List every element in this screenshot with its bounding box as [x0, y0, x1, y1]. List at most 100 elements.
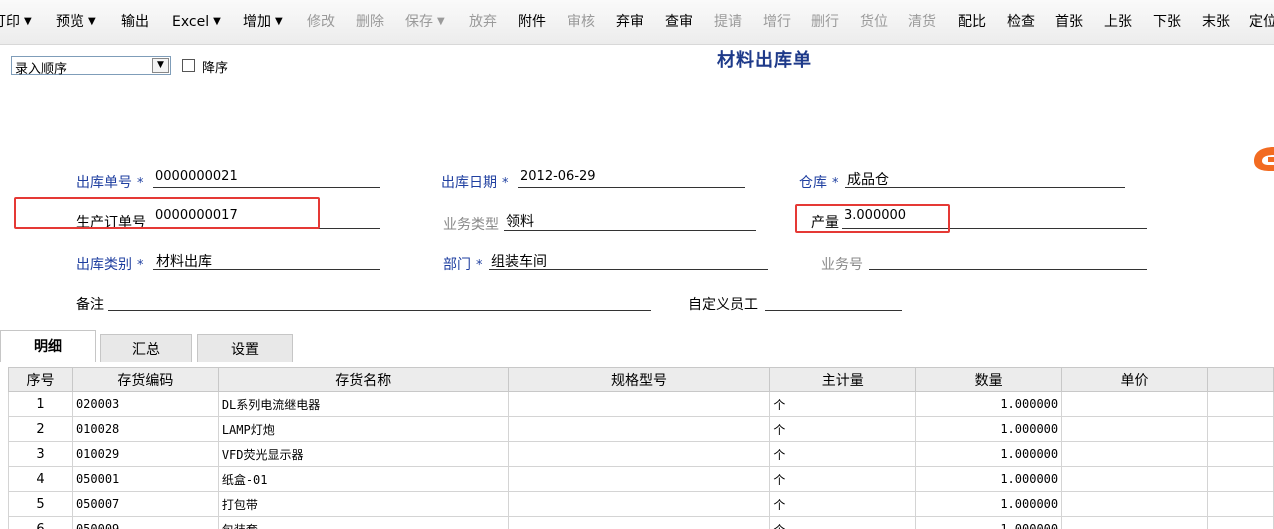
excel-button[interactable]: Excel ▼	[172, 11, 221, 33]
row-code[interactable]: 010029	[71, 441, 219, 467]
column-header-spec[interactable]: 规格型号	[507, 367, 771, 392]
row-name[interactable]: DL系列电流继电器	[217, 391, 509, 417]
row-code[interactable]: 050007	[71, 491, 219, 517]
tab-detail[interactable]: 明细	[0, 330, 96, 362]
save-button[interactable]: 保存 ▼	[405, 11, 445, 33]
last-record-button[interactable]: 末张	[1202, 11, 1230, 33]
attachment-button[interactable]: 附件	[518, 11, 546, 33]
next-record-button[interactable]: 下张	[1153, 11, 1181, 33]
row-price[interactable]	[1061, 416, 1208, 442]
column-header-code[interactable]: 存货编码	[71, 367, 219, 392]
location-button[interactable]: 货位	[860, 11, 888, 33]
warehouse-field[interactable]: 成品仓	[847, 169, 889, 189]
row-unit[interactable]: 个	[769, 416, 917, 442]
row-spec[interactable]	[507, 416, 771, 442]
first-record-button[interactable]: 首张	[1055, 11, 1083, 33]
row-unit[interactable]: 个	[769, 441, 917, 467]
row-price[interactable]	[1061, 516, 1208, 529]
check-approval-button[interactable]: 查审	[665, 11, 693, 33]
row-code[interactable]: 050001	[71, 466, 219, 492]
logo-icon	[1254, 147, 1274, 171]
chevron-down-icon[interactable]: ▼	[437, 16, 445, 27]
locate-button[interactable]: 定位	[1249, 11, 1274, 33]
column-header-seq[interactable]: 序号	[8, 367, 73, 392]
chevron-down-icon[interactable]: ▼	[213, 16, 221, 27]
descending-checkbox[interactable]	[182, 59, 195, 72]
table-row[interactable]: 2 010028 LAMP灯炮 个 1.000000	[8, 416, 1274, 442]
row-qty[interactable]: 1.000000	[915, 416, 1063, 442]
row-code[interactable]: 050009	[71, 516, 219, 529]
chevron-down-icon[interactable]: ▼	[275, 16, 283, 27]
department-field[interactable]: 组装车间	[491, 251, 547, 271]
row-unit[interactable]: 个	[769, 516, 917, 529]
column-header-unit[interactable]: 主计量	[769, 367, 917, 392]
row-code[interactable]: 010028	[71, 416, 219, 442]
clear-goods-button[interactable]: 清货	[908, 11, 936, 33]
submit-request-button[interactable]: 提请	[714, 11, 742, 33]
row-spec[interactable]	[507, 491, 771, 517]
table-row[interactable]: 3 010029 VFD荧光显示器 个 1.000000	[8, 441, 1274, 467]
add-row-button[interactable]: 增行	[763, 11, 791, 33]
discard-button[interactable]: 放弃	[469, 11, 497, 33]
previous-record-button[interactable]: 上张	[1104, 11, 1132, 33]
biz-no-underline	[869, 269, 1147, 270]
row-extra	[1206, 416, 1274, 442]
add-button[interactable]: 增加 ▼	[243, 11, 283, 33]
row-code[interactable]: 020003	[71, 391, 219, 417]
column-header-name[interactable]: 存货名称	[217, 367, 509, 392]
chevron-down-icon[interactable]: ▼	[24, 16, 32, 27]
biz-type-label: 业务类型	[443, 217, 499, 233]
inspect-button[interactable]: 检查	[1007, 11, 1035, 33]
row-price[interactable]	[1061, 391, 1208, 417]
delete-row-button[interactable]: 删行	[811, 11, 839, 33]
tab-summary[interactable]: 汇总	[100, 334, 192, 362]
row-seq: 6	[8, 516, 73, 529]
row-name[interactable]: VFD荧光显示器	[217, 441, 509, 467]
print-button[interactable]: 打印▼	[0, 11, 32, 33]
table-row[interactable]: 4 050001 纸盒-01 个 1.000000	[8, 466, 1274, 492]
table-row[interactable]: 5 050007 打包带 个 1.000000	[8, 491, 1274, 517]
delete-button[interactable]: 删除	[356, 11, 384, 33]
approve-button[interactable]: 审核	[567, 11, 595, 33]
row-qty[interactable]: 1.000000	[915, 441, 1063, 467]
column-header-price[interactable]: 单价	[1061, 367, 1208, 392]
row-unit[interactable]: 个	[769, 466, 917, 492]
row-unit[interactable]: 个	[769, 391, 917, 417]
chevron-down-icon[interactable]: ▼	[152, 58, 169, 73]
row-price[interactable]	[1061, 441, 1208, 467]
out-no-field[interactable]: 0000000021	[155, 169, 238, 184]
biz-type-field[interactable]: 领料	[506, 211, 534, 231]
row-spec[interactable]	[507, 391, 771, 417]
row-spec[interactable]	[507, 516, 771, 529]
row-unit[interactable]: 个	[769, 491, 917, 517]
edit-button[interactable]: 修改	[307, 11, 335, 33]
row-name[interactable]: LAMP灯炮	[217, 416, 509, 442]
preview-button[interactable]: 预览 ▼	[56, 11, 96, 33]
row-qty[interactable]: 1.000000	[915, 516, 1063, 529]
out-category-label: 出库类别 *	[76, 257, 144, 273]
out-date-label: 出库日期 *	[441, 175, 509, 191]
chevron-down-icon[interactable]: ▼	[88, 16, 96, 27]
tab-settings[interactable]: 设置	[197, 334, 293, 362]
ratio-button[interactable]: 配比	[958, 11, 986, 33]
row-name[interactable]: 包装套	[217, 516, 509, 529]
row-qty[interactable]: 1.000000	[915, 491, 1063, 517]
row-qty[interactable]: 1.000000	[915, 391, 1063, 417]
biz-no-label: 业务号	[821, 257, 863, 273]
row-spec[interactable]	[507, 441, 771, 467]
detail-grid: 序号 存货编码 存货名称 规格型号 主计量 数量 单价 1 020003 DL系…	[8, 367, 1274, 529]
out-category-field[interactable]: 材料出库	[156, 251, 212, 271]
row-qty[interactable]: 1.000000	[915, 466, 1063, 492]
column-header-qty[interactable]: 数量	[915, 367, 1063, 392]
row-name[interactable]: 纸盒-01	[217, 466, 509, 492]
table-row[interactable]: 1 020003 DL系列电流继电器 个 1.000000	[8, 391, 1274, 417]
export-button[interactable]: 输出	[121, 11, 149, 33]
out-date-field[interactable]: 2012-06-29	[520, 169, 596, 184]
row-price[interactable]	[1061, 466, 1208, 492]
row-name[interactable]: 打包带	[217, 491, 509, 517]
row-price[interactable]	[1061, 491, 1208, 517]
sort-order-select[interactable]: 录入顺序 ▼	[11, 56, 171, 77]
row-spec[interactable]	[507, 466, 771, 492]
unapprove-button[interactable]: 弃审	[616, 11, 644, 33]
table-row[interactable]: 6 050009 包装套 个 1.000000	[8, 516, 1274, 529]
